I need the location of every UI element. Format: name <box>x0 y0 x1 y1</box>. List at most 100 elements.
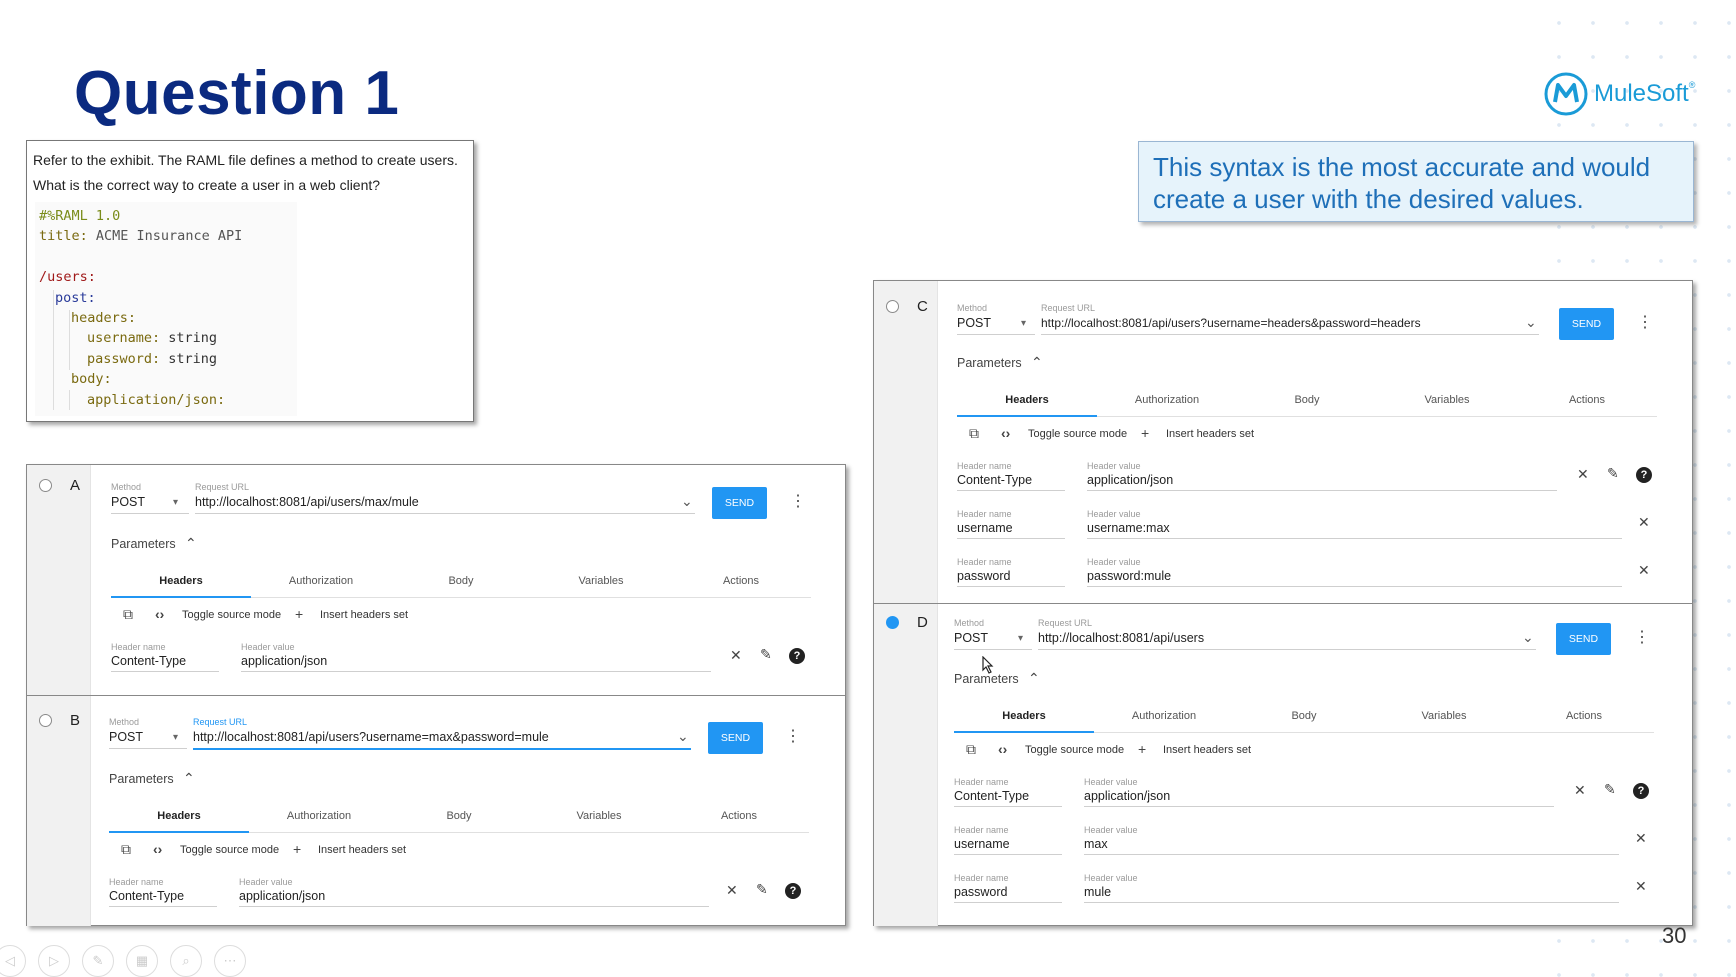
header-name-input[interactable]: password <box>957 569 1011 583</box>
tab-body[interactable]: Body <box>391 575 531 587</box>
insert-headers-set[interactable]: Insert headers set <box>318 844 406 856</box>
url-dropdown-icon[interactable]: ⌄ <box>1525 314 1537 331</box>
chevron-up-icon[interactable]: ⌃ <box>1028 670 1040 687</box>
tab-headers[interactable]: Headers <box>111 575 251 587</box>
copy-icon[interactable]: ⧉ <box>969 426 979 440</box>
code-icon[interactable]: ‹› <box>153 842 162 856</box>
help-icon[interactable]: ? <box>789 648 805 664</box>
edit-icon[interactable]: ✎ <box>756 882 768 896</box>
option-d-radio-selected[interactable] <box>886 616 899 629</box>
tab-authorization[interactable]: Authorization <box>251 575 391 587</box>
close-icon[interactable]: ✕ <box>1638 563 1650 577</box>
edit-icon[interactable]: ✎ <box>1604 782 1616 796</box>
header-name-input[interactable]: Content-Type <box>957 473 1032 487</box>
option-a-radio[interactable] <box>39 479 52 492</box>
header-value-input[interactable]: mule <box>1084 885 1111 899</box>
parameters-toggle[interactable]: Parameters <box>111 537 176 551</box>
help-icon[interactable]: ? <box>1636 467 1652 483</box>
help-icon[interactable]: ? <box>785 883 801 899</box>
header-value-input[interactable]: application/json <box>1087 473 1173 487</box>
tab-authorization[interactable]: Authorization <box>1094 710 1234 722</box>
tab-actions[interactable]: Actions <box>1514 710 1654 722</box>
copy-icon[interactable]: ⧉ <box>966 742 976 756</box>
url-dropdown-icon[interactable]: ⌄ <box>677 728 689 745</box>
close-icon[interactable]: ✕ <box>1574 783 1586 797</box>
method-select[interactable]: POST <box>111 495 145 509</box>
toggle-source-mode[interactable]: Toggle source mode <box>182 609 281 621</box>
plus-icon[interactable]: + <box>1138 742 1146 756</box>
chevron-up-icon[interactable]: ⌃ <box>183 770 195 787</box>
copy-icon[interactable]: ⧉ <box>123 607 133 621</box>
tab-actions[interactable]: Actions <box>1517 394 1657 406</box>
toggle-source-mode[interactable]: Toggle source mode <box>1025 744 1124 756</box>
copy-icon[interactable]: ⧉ <box>121 842 131 856</box>
send-button[interactable]: SEND <box>1559 308 1614 340</box>
insert-headers-set[interactable]: Insert headers set <box>1166 428 1254 440</box>
parameters-toggle[interactable]: Parameters <box>954 672 1019 686</box>
header-name-input[interactable]: Content-Type <box>111 654 186 668</box>
code-icon[interactable]: ‹› <box>1001 426 1010 440</box>
header-value-input[interactable]: application/json <box>1084 789 1170 803</box>
send-button[interactable]: SEND <box>708 722 763 754</box>
edit-icon[interactable]: ✎ <box>1607 466 1619 480</box>
option-c-radio[interactable] <box>886 300 899 313</box>
slides-grid-icon[interactable]: ▦ <box>126 945 158 977</box>
tab-body[interactable]: Body <box>1237 394 1377 406</box>
close-icon[interactable]: ✕ <box>1638 515 1650 529</box>
plus-icon[interactable]: + <box>293 842 301 856</box>
tab-authorization[interactable]: Authorization <box>249 810 389 822</box>
header-value-input[interactable]: application/json <box>239 889 325 903</box>
tab-headers[interactable]: Headers <box>957 394 1097 406</box>
tab-variables[interactable]: Variables <box>529 810 669 822</box>
close-icon[interactable]: ✕ <box>730 648 742 662</box>
plus-icon[interactable]: + <box>1141 426 1149 440</box>
header-value-input[interactable]: application/json <box>241 654 327 668</box>
close-icon[interactable]: ✕ <box>1577 467 1589 481</box>
plus-icon[interactable]: + <box>295 607 303 621</box>
edit-icon[interactable]: ✎ <box>760 647 772 661</box>
previous-slide-icon[interactable]: ◁ <box>0 945 26 977</box>
method-select[interactable]: POST <box>109 730 143 744</box>
close-icon[interactable]: ✕ <box>1635 879 1647 893</box>
more-options-icon[interactable]: ⋮ <box>790 494 806 510</box>
tab-headers[interactable]: Headers <box>954 710 1094 722</box>
close-icon[interactable]: ✕ <box>1635 831 1647 845</box>
more-options-icon[interactable]: ⋮ <box>785 729 801 745</box>
chevron-up-icon[interactable]: ⌃ <box>1031 354 1043 371</box>
header-name-input[interactable]: Content-Type <box>109 889 184 903</box>
toggle-source-mode[interactable]: Toggle source mode <box>180 844 279 856</box>
tab-authorization[interactable]: Authorization <box>1097 394 1237 406</box>
play-icon[interactable]: ▷ <box>38 945 70 977</box>
header-name-input[interactable]: username <box>957 521 1013 535</box>
method-select[interactable]: POST <box>954 631 988 645</box>
method-select[interactable]: POST <box>957 316 991 330</box>
url-dropdown-icon[interactable]: ⌄ <box>1522 629 1534 646</box>
more-options-icon[interactable]: ⋮ <box>1637 315 1653 331</box>
tab-actions[interactable]: Actions <box>669 810 809 822</box>
send-button[interactable]: SEND <box>712 487 767 519</box>
header-value-input[interactable]: max <box>1084 837 1108 851</box>
url-dropdown-icon[interactable]: ⌄ <box>681 493 693 510</box>
send-button[interactable]: SEND <box>1556 623 1611 655</box>
tab-body[interactable]: Body <box>1234 710 1374 722</box>
tab-body[interactable]: Body <box>389 810 529 822</box>
tab-variables[interactable]: Variables <box>531 575 671 587</box>
zoom-icon[interactable]: ⌕ <box>170 945 202 977</box>
url-input[interactable]: http://localhost:8081/api/users/max/mule <box>195 495 419 509</box>
pen-icon[interactable]: ✎ <box>82 945 114 977</box>
insert-headers-set[interactable]: Insert headers set <box>320 609 408 621</box>
parameters-toggle[interactable]: Parameters <box>957 356 1022 370</box>
more-options-icon[interactable]: ⋮ <box>1634 630 1650 646</box>
code-icon[interactable]: ‹› <box>998 742 1007 756</box>
insert-headers-set[interactable]: Insert headers set <box>1163 744 1251 756</box>
code-icon[interactable]: ‹› <box>155 607 164 621</box>
header-value-input[interactable]: password:mule <box>1087 569 1171 583</box>
url-input[interactable]: http://localhost:8081/api/users?username… <box>1041 316 1421 330</box>
header-value-input[interactable]: username:max <box>1087 521 1170 535</box>
header-name-input[interactable]: password <box>954 885 1008 899</box>
tab-actions[interactable]: Actions <box>671 575 811 587</box>
header-name-input[interactable]: username <box>954 837 1010 851</box>
header-name-input[interactable]: Content-Type <box>954 789 1029 803</box>
url-input[interactable]: http://localhost:8081/api/users <box>1038 631 1204 645</box>
more-icon[interactable]: ⋯ <box>214 945 246 977</box>
